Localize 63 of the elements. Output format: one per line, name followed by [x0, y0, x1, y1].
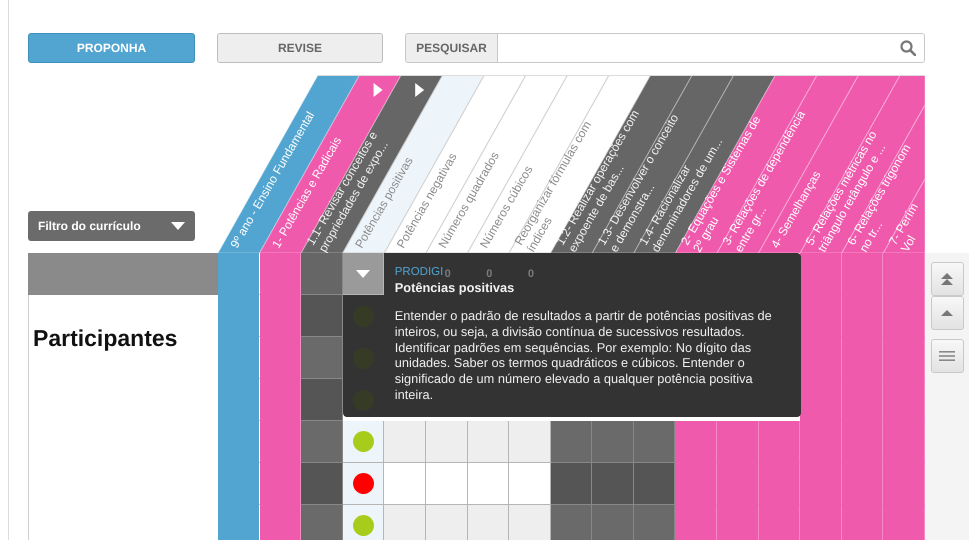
count-label: 0 — [444, 268, 451, 280]
grid-cell — [260, 505, 302, 540]
search-field[interactable] — [498, 33, 925, 63]
grid-cell — [301, 463, 343, 505]
grid-cell — [592, 421, 634, 463]
grid-cell — [592, 463, 634, 505]
grid-cell — [301, 295, 343, 337]
grid-cell — [260, 253, 302, 295]
grid-cell — [675, 505, 718, 540]
scroll-top-button[interactable] — [930, 262, 964, 296]
grid-cell — [426, 505, 468, 540]
grid-cell — [634, 463, 676, 505]
chevron-up-icon — [940, 309, 954, 317]
menu-icon — [939, 351, 955, 361]
grid-cell — [550, 463, 592, 505]
search-icon[interactable] — [900, 40, 916, 56]
grid-cell — [509, 505, 551, 540]
grid-cell — [675, 421, 718, 463]
grid-cell — [468, 505, 510, 540]
grid-cell — [468, 421, 510, 463]
filter-dropdown[interactable]: Filtro do currículo — [28, 211, 195, 241]
grid-cell — [717, 421, 759, 463]
double-chevron-icon — [940, 272, 954, 286]
tooltip-text: Entender o padrão de resultados a partir de potências positivas de inteiros, ou seja, a divisão contínua de sucessivos resultados. Identificar padrões em sequências. Por exemplo: No dígito das unidades. Saber os termos quadráticos e cúbicos. Entender o significado de um número elevado a qualquer potência positiva inteira. — [394, 308, 773, 403]
grid-cell — [218, 253, 260, 295]
grid-cell — [301, 421, 343, 463]
scroll-up-button[interactable] — [930, 296, 964, 330]
count-label: 0 — [486, 268, 492, 280]
grid-cell — [509, 463, 551, 505]
grid-cell — [426, 421, 468, 463]
grid-cell — [468, 463, 510, 505]
review-button[interactable]: REVISE — [217, 33, 383, 63]
participants-heading: Participantes — [33, 325, 178, 352]
grid-cell — [301, 337, 343, 379]
grid-cell — [758, 505, 800, 540]
tooltip-title: Potências positivas — [394, 280, 514, 296]
grid-cell — [800, 253, 842, 295]
grid-cell — [550, 505, 592, 540]
caret-icon — [171, 222, 185, 230]
grid-cell — [634, 421, 676, 463]
grid-cell — [301, 379, 343, 421]
grid-cell — [509, 421, 551, 463]
dropdown-toggle[interactable] — [342, 253, 384, 295]
grid-cell — [592, 505, 634, 540]
grid-cell — [301, 253, 343, 295]
grid-cell — [717, 505, 759, 540]
grid-cell — [550, 421, 592, 463]
menu-button[interactable] — [930, 339, 964, 373]
grid-cell — [218, 505, 260, 540]
grid-cell — [426, 463, 468, 505]
grid-cell — [301, 505, 343, 540]
count-label: 0 — [528, 268, 534, 280]
grid-cell — [883, 505, 925, 540]
grid-cell — [842, 253, 884, 295]
propose-button[interactable]: PROPONHA — [28, 33, 195, 63]
grid-cell — [842, 505, 884, 540]
grid-cell — [758, 421, 800, 463]
caret-icon — [356, 270, 370, 278]
grid-cell — [800, 505, 842, 540]
search-button[interactable]: PESQUISAR — [405, 33, 498, 63]
grid-cell — [883, 253, 925, 295]
tooltip-source: PRODIGI — [394, 265, 444, 280]
grid-cell — [634, 505, 676, 540]
